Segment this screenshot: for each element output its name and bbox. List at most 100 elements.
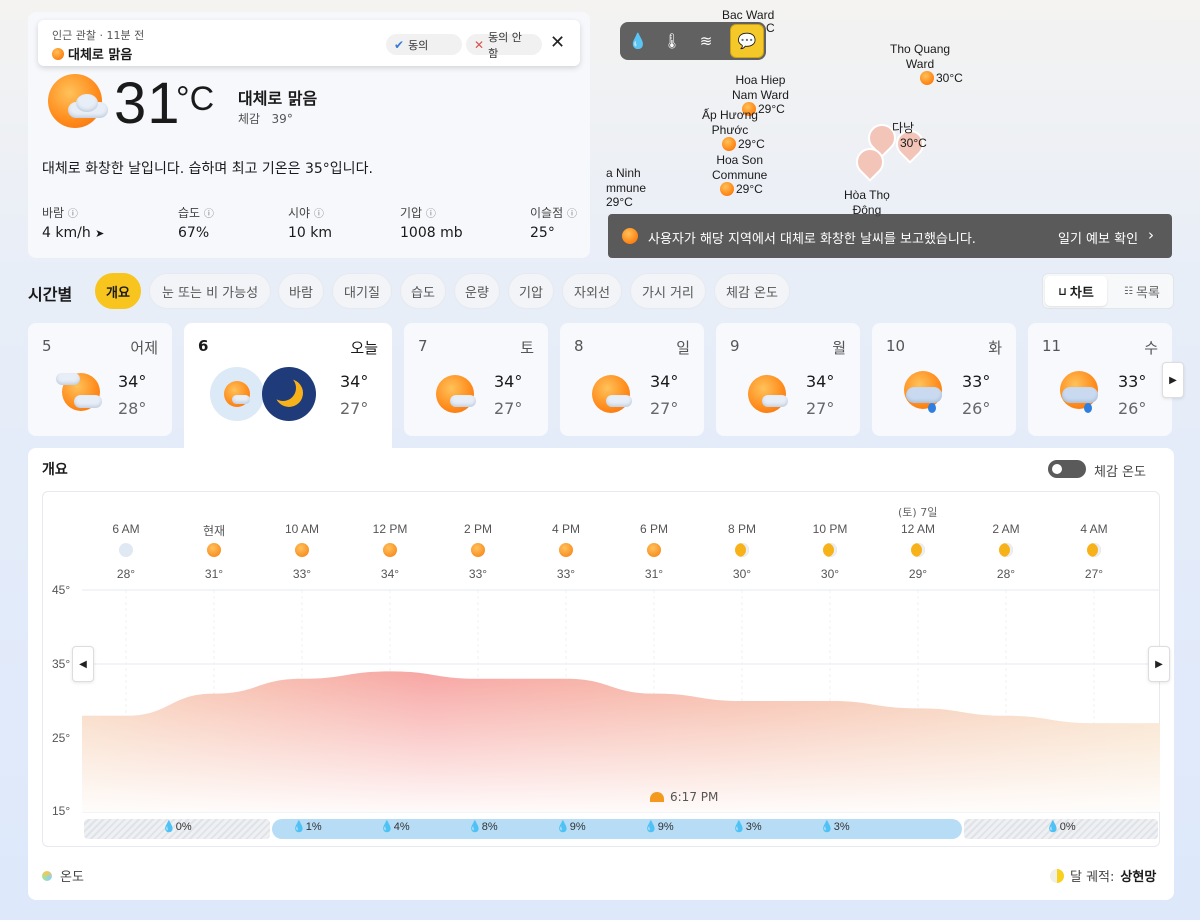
sunset-time: 6:17 PM xyxy=(670,790,719,804)
map-place[interactable]: Hoa Hiep Nam Ward xyxy=(732,73,789,103)
hour-label: 6 PM xyxy=(639,522,668,536)
tab-wind[interactable]: 바람 xyxy=(278,273,324,309)
chat-icon[interactable]: 💬 xyxy=(730,24,764,58)
hour-temperature: 30° xyxy=(732,567,752,581)
hour-temperature: 29° xyxy=(908,567,928,581)
stat-pressure[interactable]: 기압 ⓘ 1008 mb xyxy=(400,204,463,241)
hour-temperature: 33° xyxy=(556,567,576,581)
day-number: 7 xyxy=(418,337,428,355)
tab-cloud-cover[interactable]: 운량 xyxy=(454,273,500,309)
map-place-temp: 29°C xyxy=(738,137,765,151)
night-moon-icon xyxy=(262,367,316,421)
day-card[interactable]: 11 수 33° 26° xyxy=(1028,323,1172,436)
day-number: 9 xyxy=(730,337,740,355)
x-icon: ✕ xyxy=(474,37,485,52)
chart-icon: ⊔ xyxy=(1058,284,1067,298)
day-card[interactable]: 10 화 33° 26° xyxy=(872,323,1016,436)
hour-label: 10 PM xyxy=(812,522,848,536)
hour-label: 2 PM xyxy=(463,522,492,536)
moon-icon xyxy=(735,543,749,557)
sun-icon xyxy=(295,543,309,557)
chevron-left-icon: ◀ xyxy=(79,658,87,670)
drop-icon[interactable]: 💧 xyxy=(624,28,652,54)
day-high: 33° xyxy=(1118,372,1147,391)
feels-like-row: 체감 39° xyxy=(238,110,293,127)
chart-scroll-left-button[interactable]: ◀ xyxy=(72,646,94,682)
day-weekday: 월 xyxy=(832,339,846,357)
day-card[interactable]: 7 토 34° 27° xyxy=(404,323,548,436)
thermometer-icon[interactable]: 🌡 xyxy=(658,28,686,54)
rain-showers-icon xyxy=(902,369,946,417)
day-number: 10 xyxy=(886,337,906,355)
day-number: 5 xyxy=(42,337,52,355)
next-days-button[interactable]: ▶ xyxy=(1162,362,1184,398)
day-high: 34° xyxy=(494,372,523,391)
sun-icon xyxy=(722,137,736,151)
day-number: 11 xyxy=(1042,337,1062,355)
day-card[interactable]: 9 월 34° 27° xyxy=(716,323,860,436)
hour-temperature: 27° xyxy=(1084,567,1104,581)
day-high: 34° xyxy=(118,372,147,391)
half-moon-icon xyxy=(1050,868,1064,883)
day-card[interactable]: 5 어제 34° 28° xyxy=(28,323,172,436)
day-high: 33° xyxy=(962,372,991,391)
map-place[interactable]: Ấp Hương Phước xyxy=(702,108,758,138)
stat-visibility[interactable]: 시야 ⓘ 10 km xyxy=(288,204,332,241)
temperature-unit[interactable]: °C xyxy=(176,80,214,119)
list-view-button[interactable]: ☷ 목록 xyxy=(1111,276,1173,306)
chart-view-button[interactable]: ⊔ 차트 xyxy=(1045,276,1107,306)
day-low: 27° xyxy=(340,399,369,418)
day-weekday: 일 xyxy=(676,339,690,357)
user-report-bar[interactable]: 사용자가 해당 지역에서 대체로 화창한 날씨를 보고했습니다. 일기 예보 확… xyxy=(608,214,1172,258)
partly-sunny-icon xyxy=(590,371,634,415)
map-place[interactable]: a Ninh mmune xyxy=(606,166,646,196)
hour-label: 10 AM xyxy=(284,522,320,536)
map-place[interactable]: Tho Quang Ward xyxy=(890,42,950,72)
stat-humidity[interactable]: 습도 ⓘ 67% xyxy=(178,204,214,241)
day-low: 27° xyxy=(494,399,523,418)
hour-temperature: 34° xyxy=(380,567,400,581)
day-high: 34° xyxy=(650,372,679,391)
sunset-icon xyxy=(650,792,664,802)
precip-label: 💧1% xyxy=(292,821,322,833)
day-card-selected[interactable]: 6 오늘 34° 27° xyxy=(184,323,392,448)
y-tick: 45° xyxy=(52,583,71,597)
tab-feels-like[interactable]: 체감 온도 xyxy=(714,273,790,309)
current-condition: 대체로 맑음 xyxy=(238,89,318,108)
disagree-button[interactable]: ✕ 동의 안 함 xyxy=(466,31,542,60)
agree-button[interactable]: ✔ 동의 xyxy=(386,34,462,55)
wind-icon[interactable]: ≋ xyxy=(692,28,720,54)
wind-direction-icon: ➤ xyxy=(95,227,105,240)
day-high: 34° xyxy=(340,372,369,391)
map-place-temp: 29°C xyxy=(758,102,785,116)
tab-humidity[interactable]: 습도 xyxy=(400,273,446,309)
map-place-temp: 29°C xyxy=(736,182,763,196)
stat-label: 시야 xyxy=(288,206,311,220)
map-place[interactable]: 다낭 xyxy=(892,121,914,136)
feels-like-label: 체감 xyxy=(238,112,261,126)
tab-visibility[interactable]: 가시 거리 xyxy=(630,273,706,309)
precip-label: 💧4% xyxy=(380,821,410,833)
info-icon: ⓘ xyxy=(313,209,324,220)
tab-pressure[interactable]: 기압 xyxy=(508,273,554,309)
stat-wind[interactable]: 바람 ⓘ 4 km/h ➤ xyxy=(42,204,104,241)
close-icon[interactable]: ✕ xyxy=(550,32,565,53)
day-card[interactable]: 8 일 34° 27° xyxy=(560,323,704,436)
tab-uv[interactable]: 자외선 xyxy=(562,273,622,309)
map-place[interactable]: Hoa Son Commune xyxy=(712,153,767,183)
feels-like-toggle[interactable] xyxy=(1048,460,1086,478)
tab-precipitation[interactable]: 눈 또는 비 가능성 xyxy=(149,273,271,309)
day-low: 27° xyxy=(806,399,835,418)
forecast-link[interactable]: 일기 예보 확인 xyxy=(1058,228,1138,247)
hour-label: 12 PM xyxy=(372,522,408,536)
hour-label: 8 PM xyxy=(727,522,756,536)
tab-air-quality[interactable]: 대기질 xyxy=(332,273,392,309)
map-place-temp-row: 29°C xyxy=(722,137,765,151)
tab-overview[interactable]: 개요 xyxy=(95,273,141,309)
precip-label: 💧3% xyxy=(820,821,850,833)
stat-dew-point[interactable]: 이슬점 ⓘ 25° xyxy=(530,204,577,241)
chevron-right-icon: ▶ xyxy=(1155,658,1163,670)
stat-label: 기압 xyxy=(400,206,423,220)
chart-scroll-right-button[interactable]: ▶ xyxy=(1148,646,1170,682)
day-weekday: 어제 xyxy=(130,339,158,357)
